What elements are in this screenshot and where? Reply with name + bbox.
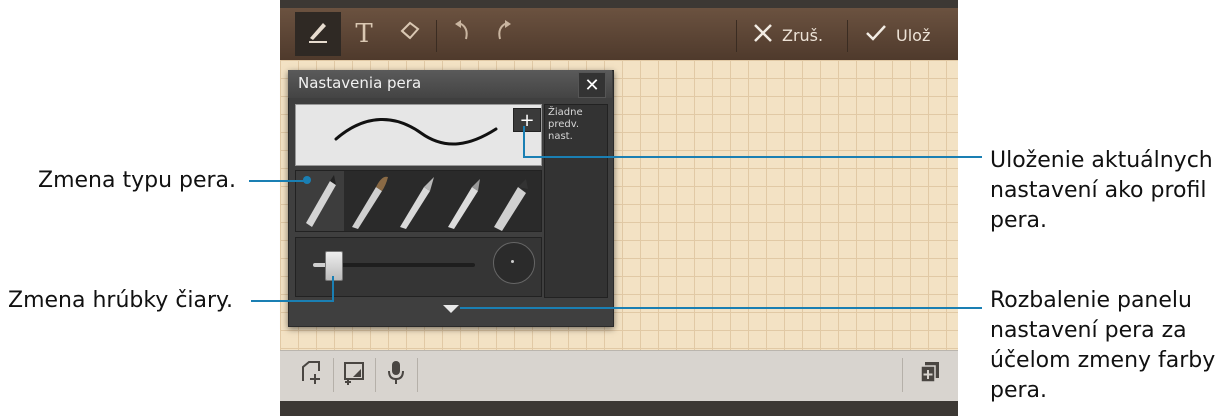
stroke-preview [295,104,542,166]
callout-save-profile: Uloženie aktuálnych nastavení ako profil… [990,148,1213,233]
no-presets-label: Žiadne predv. nast. [548,107,583,142]
callout-dot-pen-type [303,176,311,184]
callout-line-expand-panel [460,307,982,309]
pen-settings-close-button[interactable]: ✕ [578,72,606,98]
redo-icon [493,19,513,50]
insert-image-icon [341,359,367,391]
insert-page-icon [299,359,325,391]
pen-type-brush[interactable] [352,176,388,229]
close-icon [752,22,774,48]
eraser-tool-button[interactable] [387,12,433,56]
add-preset-button[interactable]: + [513,108,541,132]
insert-image-button[interactable] [334,356,374,394]
callout-pen-type: Zmena typu pera. [38,168,237,193]
pen-icon [305,18,331,51]
save-label: Ulož [896,25,931,45]
close-icon: ✕ [584,74,600,96]
pen-type-selector [295,170,542,232]
stroke-sample [334,117,498,146]
add-page-icon [918,360,942,390]
add-page-button[interactable] [910,356,950,394]
expand-panel-arrow[interactable] [443,305,459,313]
save-button[interactable]: Ulož [864,20,930,50]
checkmark-icon [864,22,888,48]
redo-button[interactable] [480,12,526,56]
cancel-button[interactable]: Zruš. [752,20,823,50]
callout-line-thickness-v [332,276,334,302]
pen-settings-title: Nastavenia pera [298,74,422,92]
thickness-preview-dot [511,260,514,263]
undo-icon [453,19,473,50]
pen-type-chisel[interactable] [448,179,480,229]
bottom-divider [417,358,418,392]
callout-line-save-profile [524,156,982,158]
text-tool-button[interactable]: T [341,12,387,56]
toolbar-divider [436,20,437,52]
text-icon: T [355,19,373,49]
callout-line-thickness: Zmena hrúbky čiary. [8,288,233,313]
pen-tool-button[interactable] [295,12,341,56]
microphone-icon [386,359,406,391]
eraser-icon [398,19,422,50]
thickness-slider-thumb[interactable] [325,251,343,281]
voice-record-button[interactable] [376,356,416,394]
callout-line-pen-type [249,180,307,182]
callout-expand-panel: Rozbalenie panelu nastavení pera za účel… [990,288,1216,403]
cancel-label: Zruš. [782,25,824,45]
pen-type-pencil[interactable] [400,177,434,229]
thickness-preview [493,242,535,284]
plus-icon: + [519,109,535,131]
callout-line-save-profile-v [523,126,525,158]
pen-type-marker[interactable] [494,179,528,231]
toolbar-divider [847,20,848,52]
insert-page-button[interactable] [292,356,332,394]
pen-type-options [296,171,528,231]
bottom-divider [902,358,903,392]
callout-line-thickness-h [251,300,333,302]
toolbar-divider [736,20,737,52]
